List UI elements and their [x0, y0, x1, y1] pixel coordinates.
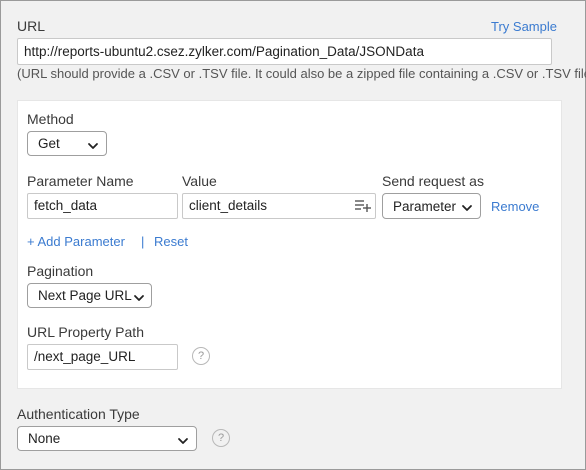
remove-parameter-link[interactable]: Remove [491, 199, 539, 214]
add-parameter-link[interactable]: + Add Parameter [27, 234, 125, 249]
try-sample-link[interactable]: Try Sample [491, 19, 557, 34]
reset-link[interactable]: Reset [154, 234, 188, 249]
send-as-selected-value: Parameter [393, 198, 457, 214]
parameter-value-label: Value [182, 173, 217, 189]
chevron-down-icon [86, 137, 100, 151]
pagination-selected-value: Next Page URL [38, 288, 132, 303]
question-circle-icon[interactable]: ? [212, 429, 230, 447]
url-input[interactable]: http://reports-ubuntu2.csez.zylker.com/P… [17, 38, 552, 65]
parameter-value-text: client_details [189, 198, 268, 213]
method-selected-value: Get [38, 136, 60, 151]
method-label: Method [27, 111, 74, 127]
parameter-value-input[interactable]: client_details [182, 193, 376, 219]
url-property-path-label: URL Property Path [27, 324, 144, 340]
url-property-path-input[interactable]: /next_page_URL [27, 344, 178, 370]
link-separator: | [141, 234, 145, 249]
send-request-as-select[interactable]: Parameter [382, 193, 481, 219]
parameter-name-input[interactable]: fetch_data [27, 193, 178, 219]
url-hint: (URL should provide a .CSV or .TSV file.… [17, 66, 586, 81]
chevron-down-icon [460, 199, 474, 213]
question-circle-icon[interactable]: ? [192, 347, 210, 365]
pagination-label: Pagination [27, 263, 94, 279]
authentication-type-label: Authentication Type [17, 406, 140, 422]
send-request-as-label: Send request as [382, 173, 484, 189]
chevron-down-icon [176, 432, 190, 446]
url-label: URL [17, 18, 46, 34]
insert-variable-icon[interactable] [354, 198, 372, 214]
authentication-selected-value: None [28, 431, 61, 446]
pagination-select[interactable]: Next Page URL [27, 283, 152, 308]
authentication-type-select[interactable]: None [17, 426, 197, 451]
method-select[interactable]: Get [27, 131, 107, 156]
parameter-name-label: Parameter Name [27, 173, 134, 189]
chevron-down-icon [132, 289, 146, 303]
